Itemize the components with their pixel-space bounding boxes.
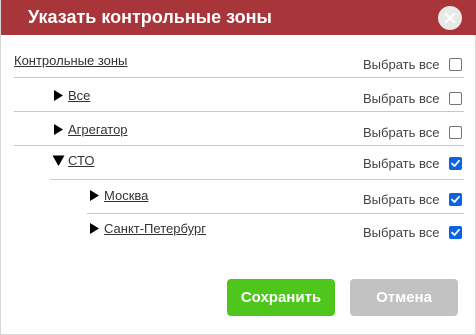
tree-row-moscow: Москва Выбрать все [1,180,476,214]
tree-label-moscow[interactable]: Москва [104,188,148,204]
close-button[interactable] [438,6,462,30]
select-all-checkbox-moscow[interactable] [449,193,462,206]
select-all-label: Выбрать все [363,192,440,207]
save-button[interactable]: Сохранить [227,279,335,316]
checkmark-icon [451,228,460,236]
select-all-checkbox-all[interactable] [449,92,462,105]
select-all-checkbox-aggregator[interactable] [449,126,462,139]
expand-arrow-icon[interactable] [88,222,101,235]
tree-row-sto: СТО Выбрать все [1,146,476,180]
select-all-checkbox-root[interactable] [449,58,462,71]
dialog-header: Указать контрольные зоны [1,0,476,35]
expand-arrow-icon[interactable] [52,89,65,102]
select-all-label: Выбрать все [363,225,440,240]
select-all-label: Выбрать все [363,57,440,72]
tree-label-aggregator[interactable]: Агрегатор [68,122,128,138]
checkmark-icon [451,159,460,167]
tree-row-root: Контрольные зоны Выбрать все [1,44,476,78]
select-all-checkbox-sto[interactable] [449,157,462,170]
select-all-label: Выбрать все [363,91,440,106]
collapse-arrow-icon[interactable] [52,154,65,167]
select-all-label: Выбрать все [363,125,440,140]
tree-row-aggregator: Агрегатор Выбрать все [1,112,476,146]
select-all-checkbox-saint-petersburg[interactable] [449,226,462,239]
tree-row-saint-petersburg: Санкт-Петербург Выбрать все [1,214,476,248]
tree-row-all: Все Выбрать все [1,78,476,112]
select-zones-dialog: Указать контрольные зоны Контрольные зон… [0,0,476,335]
expand-arrow-icon[interactable] [88,189,101,202]
tree-label-saint-petersburg[interactable]: Санкт-Петербург [104,221,206,237]
close-icon [444,12,456,24]
expand-arrow-icon[interactable] [52,123,65,136]
checkmark-icon [451,195,460,203]
tree-label-sto[interactable]: СТО [68,153,94,169]
tree-label-control-zones[interactable]: Контрольные зоны [14,53,127,69]
cancel-button[interactable]: Отмена [350,279,458,316]
dialog-title: Указать контрольные зоны [28,7,272,27]
tree-label-all[interactable]: Все [68,88,90,104]
select-all-label: Выбрать все [363,156,440,171]
